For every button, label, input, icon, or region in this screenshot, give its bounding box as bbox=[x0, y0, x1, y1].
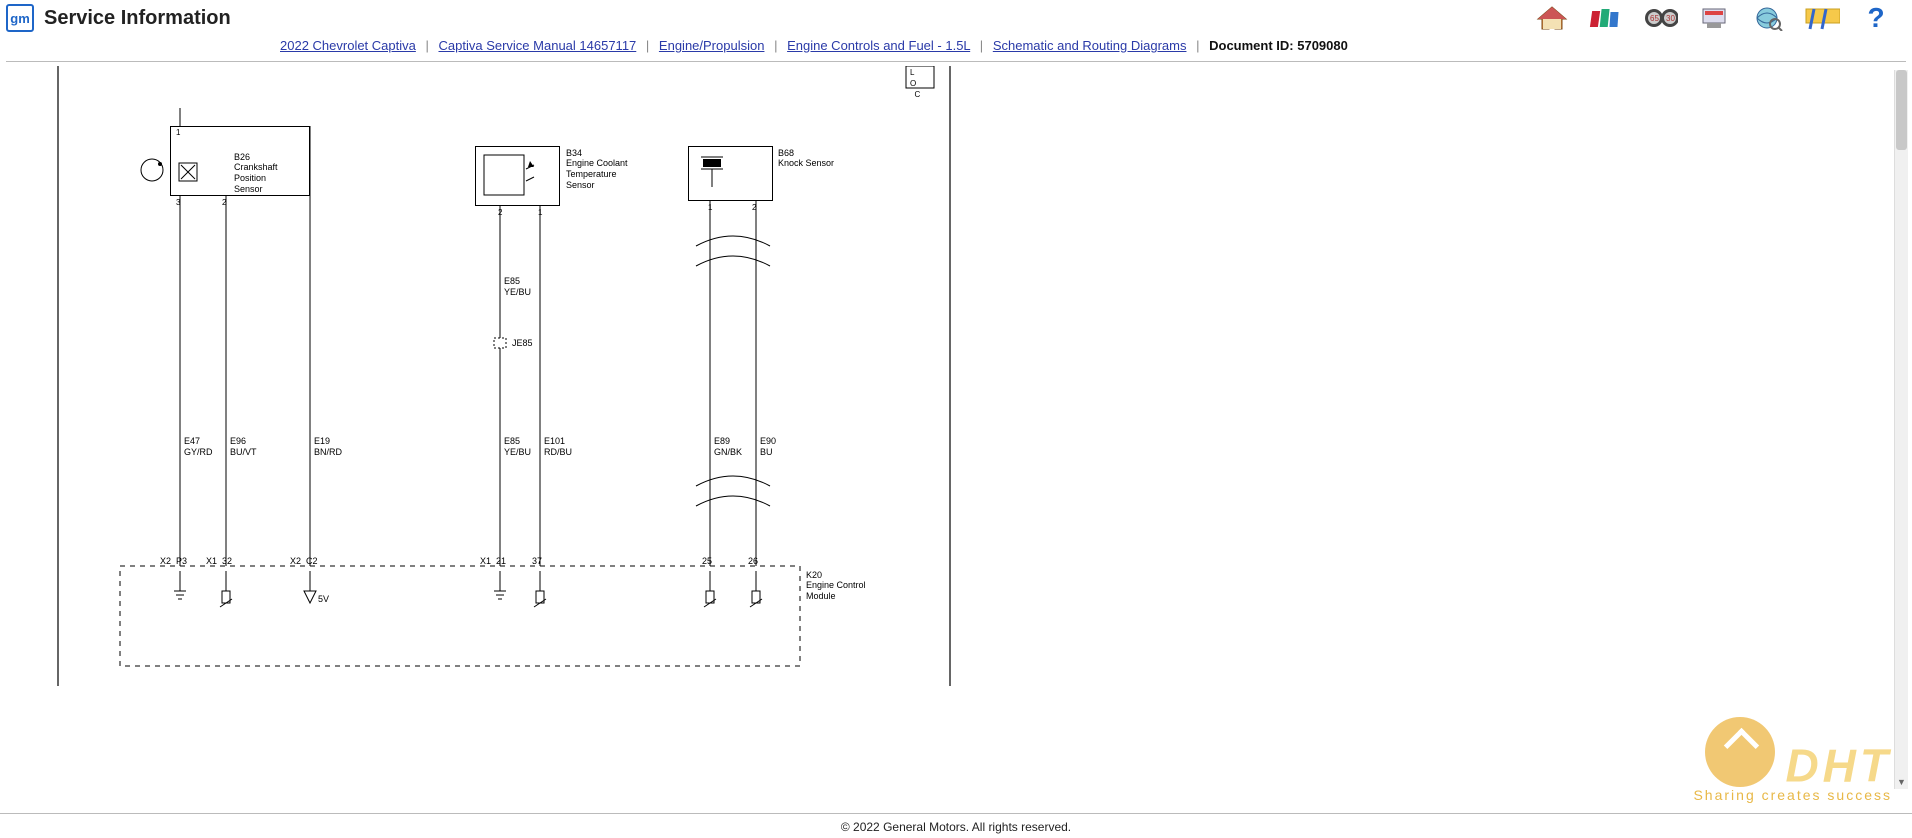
page-title: Service Information bbox=[44, 7, 231, 30]
crumb-vehicle[interactable]: 2022 Chevrolet Captiva bbox=[280, 38, 416, 53]
toolbar: 65 30 ? bbox=[1534, 4, 1902, 32]
watermark-sub: Sharing creates success bbox=[1693, 787, 1892, 803]
watermark-arrow-icon bbox=[1705, 717, 1775, 787]
tsb-icon[interactable] bbox=[1804, 4, 1840, 32]
ecm-pin-5: 37 bbox=[532, 556, 542, 567]
scroll-down-icon[interactable]: ▼ bbox=[1895, 775, 1908, 789]
ecm-pin-7: 26 bbox=[748, 556, 758, 567]
ecm-pin-2: X1 32 bbox=[206, 556, 232, 567]
svg-text:65: 65 bbox=[1650, 14, 1659, 23]
crumb-section[interactable]: Engine/Propulsion bbox=[659, 38, 765, 53]
splice-je85: JE85 bbox=[512, 338, 533, 349]
wire-e47: E47 GY/RD bbox=[184, 436, 213, 458]
binoculars-icon[interactable]: 65 30 bbox=[1642, 4, 1678, 32]
ecm-pin-4: X1 21 bbox=[480, 556, 506, 567]
breadcrumb: 2022 Chevrolet Captiva | Captiva Service… bbox=[0, 34, 1912, 61]
ecm-pin-6: 25 bbox=[702, 556, 712, 567]
wire-e101: E101 RD/BU bbox=[544, 436, 572, 458]
header-divider bbox=[6, 61, 1906, 62]
ecm-pin-3: X2 C2 bbox=[290, 556, 318, 567]
ecm-name: Engine Control Module bbox=[806, 580, 866, 602]
wire-e90: E90 BU bbox=[760, 436, 776, 458]
books-icon[interactable] bbox=[1588, 4, 1624, 32]
vertical-scrollbar[interactable]: ▲ ▼ bbox=[1894, 70, 1908, 789]
home-icon[interactable] bbox=[1534, 4, 1570, 32]
wire-e85-lower: E85 YE/BU bbox=[504, 436, 531, 458]
crumb-docgroup[interactable]: Schematic and Routing Diagrams bbox=[993, 38, 1187, 53]
scroll-thumb[interactable] bbox=[1896, 70, 1907, 150]
docid-label: Document ID: bbox=[1209, 38, 1294, 53]
wire-e19: E19 BN/RD bbox=[314, 436, 342, 458]
crumb-subsection[interactable]: Engine Controls and Fuel - 1.5L bbox=[787, 38, 970, 53]
diagram-viewport: L O C 1 3 2 B26 Crankshaft Position Sens… bbox=[0, 66, 1912, 813]
watermark: DHT Sharing creates success bbox=[1693, 717, 1892, 803]
wire-e85-upper: E85 YE/BU bbox=[504, 276, 531, 298]
gm-logo: gm bbox=[6, 4, 34, 32]
crumb-manual[interactable]: Captiva Service Manual 14657117 bbox=[439, 38, 637, 53]
tools-icon[interactable] bbox=[1696, 4, 1732, 32]
wire-e96: E96 BU/VT bbox=[230, 436, 257, 458]
wiring-diagram: L O C 1 3 2 B26 Crankshaft Position Sens… bbox=[20, 66, 980, 686]
copyright-text: © 2022 General Motors. All rights reserv… bbox=[841, 820, 1071, 834]
svg-text:30: 30 bbox=[1666, 14, 1675, 23]
wire-e89: E89 GN/BK bbox=[714, 436, 742, 458]
docid-value: 5709080 bbox=[1297, 38, 1348, 53]
watermark-title: DHT bbox=[1785, 740, 1892, 792]
header-bar: gm Service Information 65 30 ? bbox=[0, 0, 1912, 34]
ecm-pin-1: X2 P3 bbox=[160, 556, 187, 567]
footer: © 2022 General Motors. All rights reserv… bbox=[0, 813, 1912, 838]
volt-label: 5V bbox=[318, 594, 329, 605]
help-icon[interactable]: ? bbox=[1858, 4, 1894, 32]
globe-icon[interactable] bbox=[1750, 4, 1786, 32]
